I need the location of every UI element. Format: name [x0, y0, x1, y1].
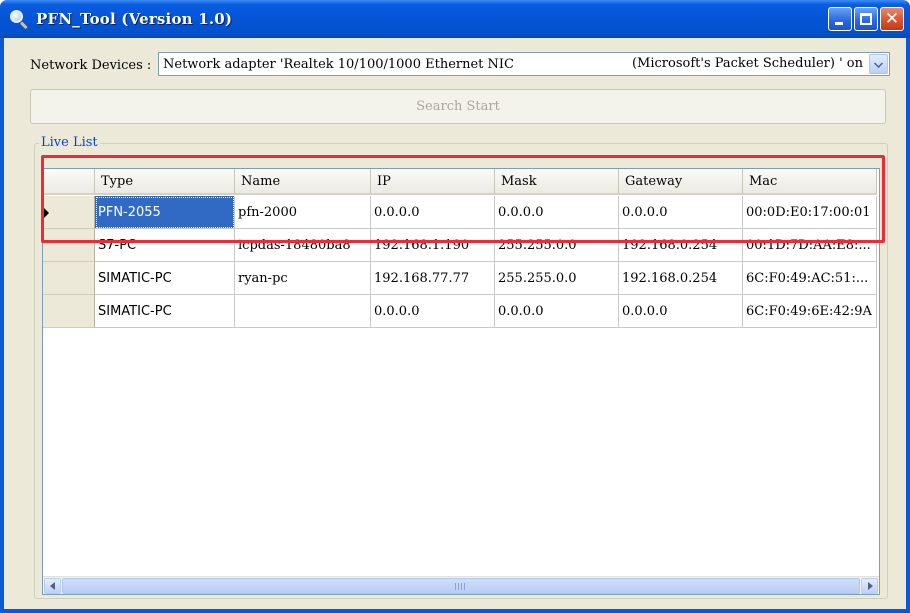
scroll-thumb[interactable] — [62, 578, 860, 594]
cell-ip[interactable]: 192.168.1.190 — [371, 229, 495, 262]
table-row[interactable]: SIMATIC-PC 0.0.0.0 0.0.0.0 0.0.0.0 6C:F0… — [43, 295, 877, 328]
grid-header: Type Name IP Mask Gateway Mac — [43, 169, 877, 195]
horizontal-scrollbar[interactable] — [43, 576, 879, 594]
row-header[interactable] — [43, 295, 95, 328]
live-list-legend: Live List — [39, 135, 100, 150]
cell-gateway[interactable]: 192.168.0.254 — [619, 229, 743, 262]
network-device-value: Network adapter 'Realtek 10/100/1000 Eth… — [163, 56, 514, 72]
client-area: Network Devices : Network adapter 'Realt… — [4, 38, 906, 609]
minimize-button[interactable] — [828, 7, 852, 31]
minimize-icon — [835, 22, 843, 25]
cell-type[interactable]: SIMATIC-PC — [95, 295, 235, 328]
device-grid[interactable]: Type Name IP Mask Gateway Mac PFN-2055 p… — [42, 168, 880, 595]
scroll-right-button[interactable] — [861, 578, 878, 594]
arrow-left-icon — [50, 582, 55, 590]
column-header-ip[interactable]: IP — [371, 169, 495, 195]
row-header-corner — [43, 169, 95, 195]
live-list-group: Live List Type Name IP Mask Gateway Mac … — [34, 136, 888, 599]
current-row-arrow-icon — [44, 208, 49, 218]
cell-mask[interactable]: 255.255.0.0 — [495, 229, 619, 262]
cell-gateway[interactable]: 0.0.0.0 — [619, 196, 743, 229]
network-device-select[interactable]: Network adapter 'Realtek 10/100/1000 Eth… — [158, 52, 890, 76]
cell-name[interactable]: ryan-pc — [235, 262, 371, 295]
cell-ip[interactable]: 192.168.77.77 — [371, 262, 495, 295]
cell-name[interactable]: icpdas-18480ba8 — [235, 229, 371, 262]
cell-mask[interactable]: 255.255.0.0 — [495, 262, 619, 295]
cell-mask[interactable]: 0.0.0.0 — [495, 196, 619, 229]
app-window: PFN_Tool (Version 1.0) ✕ Network Devices… — [0, 0, 910, 613]
cell-mac[interactable]: 00:1D:7D:AA:E8:... — [743, 229, 877, 262]
cell-type[interactable]: S7-PC — [95, 229, 235, 262]
window-title: PFN_Tool (Version 1.0) — [36, 10, 233, 28]
cell-gateway[interactable]: 192.168.0.254 — [619, 262, 743, 295]
chevron-down-icon — [874, 59, 883, 68]
cell-mask[interactable]: 0.0.0.0 — [495, 295, 619, 328]
cell-type[interactable]: PFN-2055 — [95, 196, 235, 229]
close-button[interactable]: ✕ — [880, 7, 904, 31]
row-header[interactable] — [43, 229, 95, 262]
network-devices-row: Network Devices : — [30, 53, 155, 77]
cell-gateway[interactable]: 0.0.0.0 — [619, 295, 743, 328]
close-icon: ✕ — [884, 9, 900, 29]
search-start-button[interactable]: Search Start — [30, 89, 886, 124]
column-header-mac[interactable]: Mac — [743, 169, 877, 195]
cell-mac[interactable]: 00:0D:E0:17:00:01 — [743, 196, 877, 229]
cell-name[interactable] — [235, 295, 371, 328]
arrow-right-icon — [868, 582, 873, 590]
scroll-left-button[interactable] — [44, 578, 61, 594]
row-header[interactable] — [43, 262, 95, 295]
column-header-type[interactable]: Type — [95, 169, 235, 195]
column-header-mask[interactable]: Mask — [495, 169, 619, 195]
title-bar[interactable]: PFN_Tool (Version 1.0) ✕ — [0, 0, 910, 38]
window-controls: ✕ — [828, 7, 904, 31]
column-header-gateway[interactable]: Gateway — [619, 169, 743, 195]
table-row[interactable]: S7-PC icpdas-18480ba8 192.168.1.190 255.… — [43, 229, 877, 262]
cell-mac[interactable]: 6C:F0:49:6E:42:9A — [743, 295, 877, 328]
table-row[interactable]: SIMATIC-PC ryan-pc 192.168.77.77 255.255… — [43, 262, 877, 295]
magnifier-icon — [8, 8, 30, 30]
cell-ip[interactable]: 0.0.0.0 — [371, 295, 495, 328]
cell-name[interactable]: pfn-2000 — [235, 196, 371, 229]
maximize-button[interactable] — [854, 7, 878, 31]
maximize-icon — [860, 13, 872, 25]
table-row[interactable]: PFN-2055 pfn-2000 0.0.0.0 0.0.0.0 0.0.0.… — [43, 196, 877, 229]
dropdown-button[interactable] — [869, 54, 888, 74]
cell-ip[interactable]: 0.0.0.0 — [371, 196, 495, 229]
cell-mac[interactable]: 6C:F0:49:AC:51:... — [743, 262, 877, 295]
grip-icon — [455, 583, 467, 590]
row-header[interactable] — [43, 196, 95, 229]
network-devices-label: Network Devices : — [30, 57, 152, 73]
column-header-name[interactable]: Name — [235, 169, 371, 195]
cell-type[interactable]: SIMATIC-PC — [95, 262, 235, 295]
network-device-value-suffix: (Microsoft's Packet Scheduler) ' on — [631, 56, 863, 71]
